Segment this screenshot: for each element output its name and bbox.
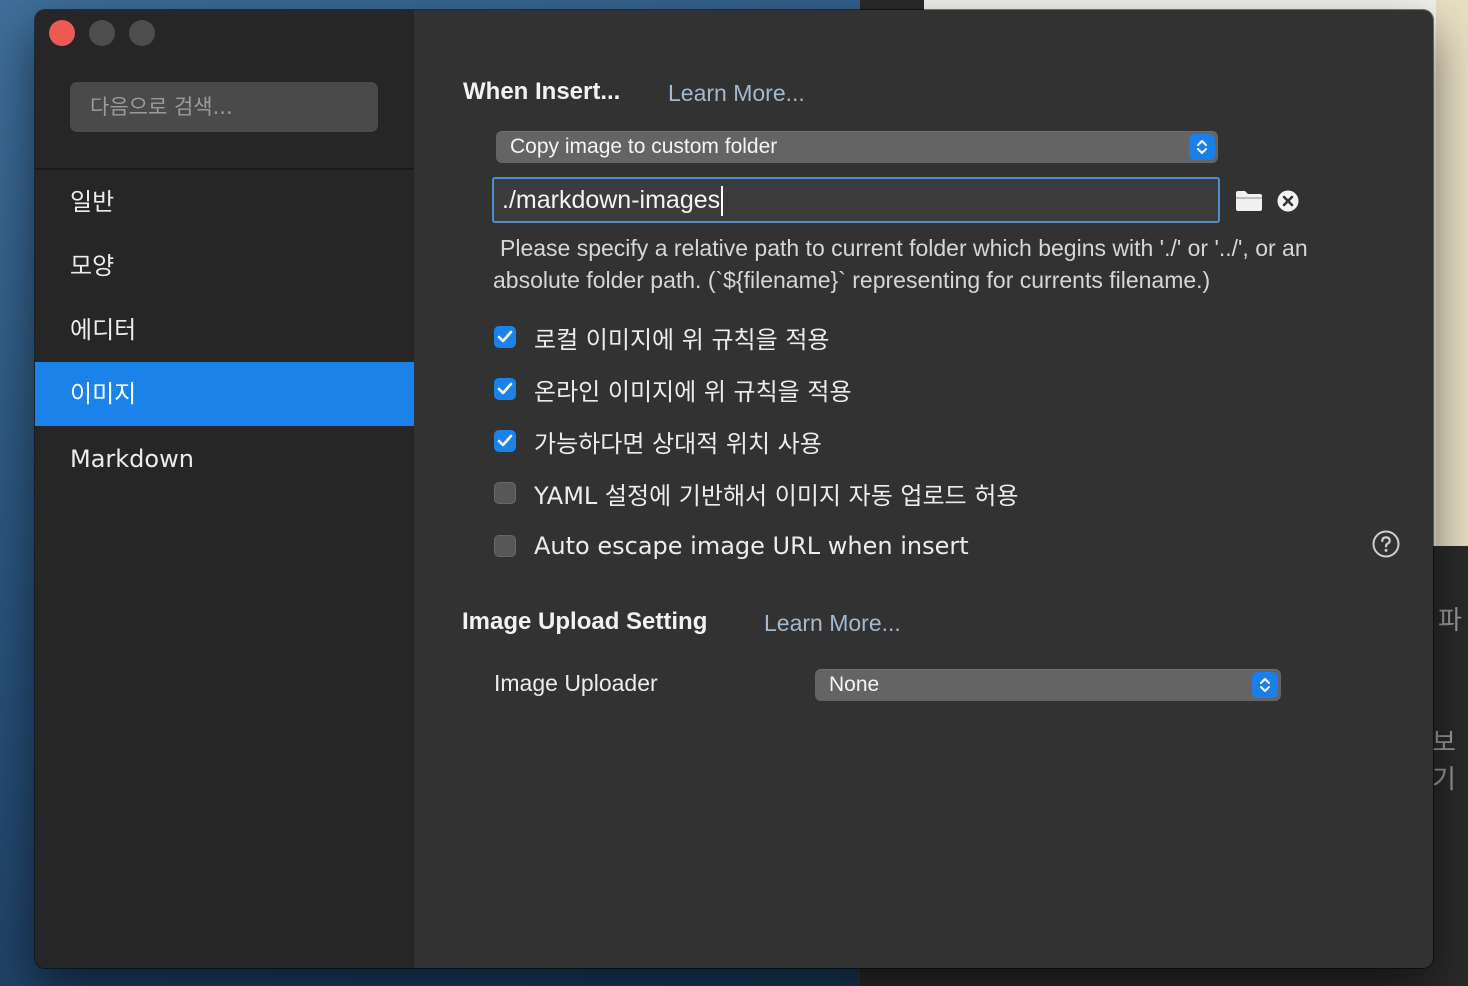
option-label: YAML 설정에 기반해서 이미지 자동 업로드 허용 xyxy=(534,481,1019,510)
insert-action-value: Copy image to custom folder xyxy=(510,135,778,158)
help-icon[interactable] xyxy=(1372,530,1400,562)
image-uploader-select[interactable]: None xyxy=(815,669,1281,701)
chevron-updown-icon xyxy=(1189,134,1215,160)
sidebar-item-image[interactable]: 이미지 xyxy=(35,362,414,426)
option-yaml-auto-upload[interactable]: YAML 설정에 기반해서 이미지 자동 업로드 허용 xyxy=(494,478,1019,510)
image-folder-path-value: ./markdown-images xyxy=(502,186,721,214)
when-insert-learn-more-link[interactable]: Learn More... xyxy=(668,80,805,107)
image-uploader-value: None xyxy=(829,673,880,696)
option-label: 온라인 이미지에 위 규칙을 적용 xyxy=(534,377,852,406)
image-uploader-label: Image Uploader xyxy=(494,670,658,696)
chevron-updown-icon xyxy=(1252,672,1278,698)
insert-action-select[interactable]: Copy image to custom folder xyxy=(496,131,1218,163)
search-input[interactable] xyxy=(70,82,378,132)
checkbox-checked[interactable] xyxy=(494,430,516,452)
folder-icon[interactable] xyxy=(1235,190,1263,216)
background-text: 보기 xyxy=(1432,728,1456,795)
window-controls xyxy=(49,20,155,46)
option-label: 로컬 이미지에 위 규칙을 적용 xyxy=(534,325,830,354)
checkbox-unchecked[interactable] xyxy=(494,535,516,557)
minimize-window-button[interactable] xyxy=(89,20,115,46)
background-image-edge xyxy=(1436,0,1468,546)
image-folder-path-input[interactable]: ./markdown-images xyxy=(492,177,1220,223)
checkbox-checked[interactable] xyxy=(494,378,516,400)
sidebar-item-markdown[interactable]: Markdown xyxy=(35,427,414,491)
checkmark-icon xyxy=(497,330,513,343)
path-hint-text: Please specify a relative path to curren… xyxy=(493,235,1308,293)
sidebar-item-general[interactable]: 일반 xyxy=(35,170,414,234)
zoom-window-button[interactable] xyxy=(129,20,155,46)
checkbox-checked[interactable] xyxy=(494,326,516,348)
clear-path-icon[interactable] xyxy=(1277,190,1299,216)
settings-panel: When Insert... Learn More... Copy image … xyxy=(414,10,1433,968)
checkmark-icon xyxy=(497,382,513,395)
preferences-window: 일반 모양 에디터 이미지 Markdown When Insert... Le… xyxy=(35,10,1433,968)
background-text: 파 xyxy=(1438,606,1462,636)
close-window-button[interactable] xyxy=(49,20,75,46)
option-label: 가능하다면 상대적 위치 사용 xyxy=(534,429,822,458)
when-insert-title: When Insert... xyxy=(463,78,621,105)
sidebar: 일반 모양 에디터 이미지 Markdown xyxy=(35,10,414,968)
checkmark-icon xyxy=(497,434,513,447)
text-caret xyxy=(721,186,724,217)
option-apply-online-images[interactable]: 온라인 이미지에 위 규칙을 적용 xyxy=(494,374,852,406)
sidebar-item-editor[interactable]: 에디터 xyxy=(35,298,414,362)
option-label: Auto escape image URL when insert xyxy=(534,532,969,560)
option-apply-local-images[interactable]: 로컬 이미지에 위 규칙을 적용 xyxy=(494,322,830,354)
checkbox-unchecked[interactable] xyxy=(494,482,516,504)
image-upload-title: Image Upload Setting xyxy=(462,608,708,635)
option-use-relative-path[interactable]: 가능하다면 상대적 위치 사용 xyxy=(494,426,822,458)
option-auto-escape-url[interactable]: Auto escape image URL when insert xyxy=(494,531,969,561)
image-upload-learn-more-link[interactable]: Learn More... xyxy=(764,610,901,637)
sidebar-item-appearance[interactable]: 모양 xyxy=(35,234,414,298)
